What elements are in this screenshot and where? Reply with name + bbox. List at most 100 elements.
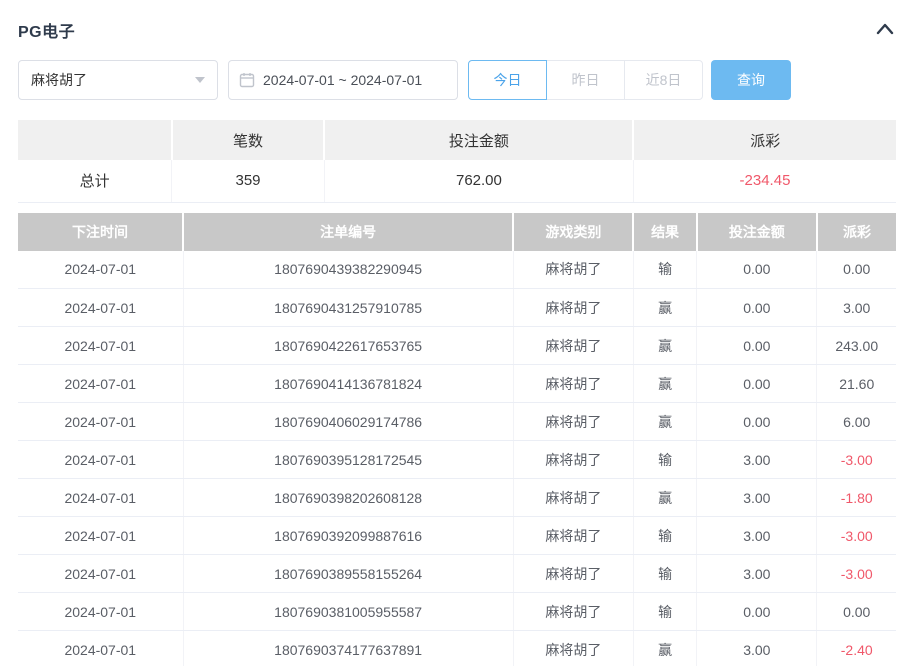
cell-game: 麻将胡了 xyxy=(513,251,633,289)
cell-game: 麻将胡了 xyxy=(513,441,633,479)
column-header-order-no: 注单编号 xyxy=(183,213,513,251)
page-title: PG电子 xyxy=(18,18,75,42)
cell-game: 麻将胡了 xyxy=(513,555,633,593)
table-row: 2024-07-011807690439382290945麻将胡了输0.000.… xyxy=(18,251,896,289)
panel-header: PG电子 xyxy=(18,18,896,42)
cell-payout: 21.60 xyxy=(817,365,896,403)
summary-total-label: 总计 xyxy=(18,160,172,202)
summary-total-bet-amount: 762.00 xyxy=(324,160,633,202)
table-row: 2024-07-011807690398202608128麻将胡了赢3.00-1… xyxy=(18,479,896,517)
cell-bet-amount: 3.00 xyxy=(697,517,817,555)
cell-game: 麻将胡了 xyxy=(513,289,633,327)
cell-result: 输 xyxy=(633,593,696,631)
cell-bet-amount: 3.00 xyxy=(697,441,817,479)
column-header-game-type: 游戏类别 xyxy=(513,213,633,251)
cell-game: 麻将胡了 xyxy=(513,517,633,555)
cell-result: 输 xyxy=(633,441,696,479)
table-row: 2024-07-011807690392099887616麻将胡了输3.00-3… xyxy=(18,517,896,555)
cell-game: 麻将胡了 xyxy=(513,631,633,666)
records-panel: PG电子 麻将胡了 2024-07-01 ~ 2024-07-01 今日 昨日 … xyxy=(0,0,914,666)
cell-time: 2024-07-01 xyxy=(18,251,183,289)
column-header-bet-amount: 投注金额 xyxy=(697,213,817,251)
cell-result: 输 xyxy=(633,251,696,289)
cell-game: 麻将胡了 xyxy=(513,365,633,403)
cell-payout: 3.00 xyxy=(817,289,896,327)
table-row: 2024-07-011807690414136781824麻将胡了赢0.0021… xyxy=(18,365,896,403)
cell-bet-amount: 0.00 xyxy=(697,251,817,289)
quick-filter-yesterday[interactable]: 昨日 xyxy=(546,60,625,100)
cell-time: 2024-07-01 xyxy=(18,365,183,403)
calendar-icon xyxy=(239,72,255,88)
summary-total-payout: -234.45 xyxy=(633,160,896,202)
cell-time: 2024-07-01 xyxy=(18,403,183,441)
cell-bet-amount: 3.00 xyxy=(697,555,817,593)
cell-order-no: 1807690414136781824 xyxy=(183,365,513,403)
cell-result: 赢 xyxy=(633,327,696,365)
cell-order-no: 1807690381005955587 xyxy=(183,593,513,631)
column-header-payout: 派彩 xyxy=(817,213,896,251)
search-button[interactable]: 查询 xyxy=(711,60,791,100)
cell-order-no: 1807690392099887616 xyxy=(183,517,513,555)
cell-time: 2024-07-01 xyxy=(18,441,183,479)
cell-payout: -2.40 xyxy=(817,631,896,666)
cell-result: 赢 xyxy=(633,631,696,666)
cell-bet-amount: 3.00 xyxy=(697,631,817,666)
bet-table-header-row: 下注时间 注单编号 游戏类别 结果 投注金额 派彩 xyxy=(18,213,896,251)
cell-order-no: 1807690374177637891 xyxy=(183,631,513,666)
column-header-result: 结果 xyxy=(633,213,696,251)
table-row: 2024-07-011807690374177637891麻将胡了赢3.00-2… xyxy=(18,631,896,666)
cell-time: 2024-07-01 xyxy=(18,327,183,365)
cell-bet-amount: 0.00 xyxy=(697,403,817,441)
cell-time: 2024-07-01 xyxy=(18,555,183,593)
cell-game: 麻将胡了 xyxy=(513,479,633,517)
cell-game: 麻将胡了 xyxy=(513,593,633,631)
summary-header-blank xyxy=(18,120,172,160)
table-row: 2024-07-011807690381005955587麻将胡了输0.000.… xyxy=(18,593,896,631)
quick-filter-last8days[interactable]: 近8日 xyxy=(624,60,703,100)
cell-payout: -3.00 xyxy=(817,555,896,593)
cell-time: 2024-07-01 xyxy=(18,479,183,517)
column-header-bet-time: 下注时间 xyxy=(18,213,183,251)
cell-order-no: 1807690422617653765 xyxy=(183,327,513,365)
cell-payout: 243.00 xyxy=(817,327,896,365)
summary-header-payout: 派彩 xyxy=(633,120,896,160)
cell-order-no: 1807690398202608128 xyxy=(183,479,513,517)
date-range-picker[interactable]: 2024-07-01 ~ 2024-07-01 xyxy=(228,60,458,100)
cell-order-no: 1807690406029174786 xyxy=(183,403,513,441)
cell-result: 输 xyxy=(633,555,696,593)
cell-payout: 0.00 xyxy=(817,251,896,289)
cell-result: 赢 xyxy=(633,479,696,517)
quick-filter-today[interactable]: 今日 xyxy=(468,60,547,100)
cell-game: 麻将胡了 xyxy=(513,403,633,441)
game-select-value: 麻将胡了 xyxy=(31,70,87,90)
cell-order-no: 1807690439382290945 xyxy=(183,251,513,289)
cell-time: 2024-07-01 xyxy=(18,517,183,555)
summary-total-row: 总计 359 762.00 -234.45 xyxy=(18,160,896,202)
game-select[interactable]: 麻将胡了 xyxy=(18,60,218,100)
cell-time: 2024-07-01 xyxy=(18,593,183,631)
bet-records-table: 下注时间 注单编号 游戏类别 结果 投注金额 派彩 2024-07-011807… xyxy=(18,213,896,666)
summary-header-row: 笔数 投注金额 派彩 xyxy=(18,120,896,160)
table-row: 2024-07-011807690422617653765麻将胡了赢0.0024… xyxy=(18,327,896,365)
summary-header-bet-amount: 投注金额 xyxy=(324,120,633,160)
cell-bet-amount: 0.00 xyxy=(697,327,817,365)
chevron-down-icon xyxy=(195,77,205,83)
quick-filter-group: 今日 昨日 近8日 xyxy=(468,60,703,100)
collapse-panel-button[interactable] xyxy=(874,20,896,41)
summary-total-count: 359 xyxy=(172,160,325,202)
table-row: 2024-07-011807690389558155264麻将胡了输3.00-3… xyxy=(18,555,896,593)
filter-bar: 麻将胡了 2024-07-01 ~ 2024-07-01 今日 昨日 近8日 查… xyxy=(18,60,896,100)
cell-time: 2024-07-01 xyxy=(18,289,183,327)
cell-payout: 6.00 xyxy=(817,403,896,441)
cell-result: 输 xyxy=(633,517,696,555)
cell-bet-amount: 0.00 xyxy=(697,593,817,631)
cell-bet-amount: 0.00 xyxy=(697,289,817,327)
cell-order-no: 1807690389558155264 xyxy=(183,555,513,593)
cell-bet-amount: 0.00 xyxy=(697,365,817,403)
cell-payout: 0.00 xyxy=(817,593,896,631)
table-row: 2024-07-011807690431257910785麻将胡了赢0.003.… xyxy=(18,289,896,327)
cell-result: 赢 xyxy=(633,289,696,327)
table-row: 2024-07-011807690406029174786麻将胡了赢0.006.… xyxy=(18,403,896,441)
cell-payout: -3.00 xyxy=(817,441,896,479)
summary-table: 笔数 投注金额 派彩 总计 359 762.00 -234.45 xyxy=(18,120,896,203)
